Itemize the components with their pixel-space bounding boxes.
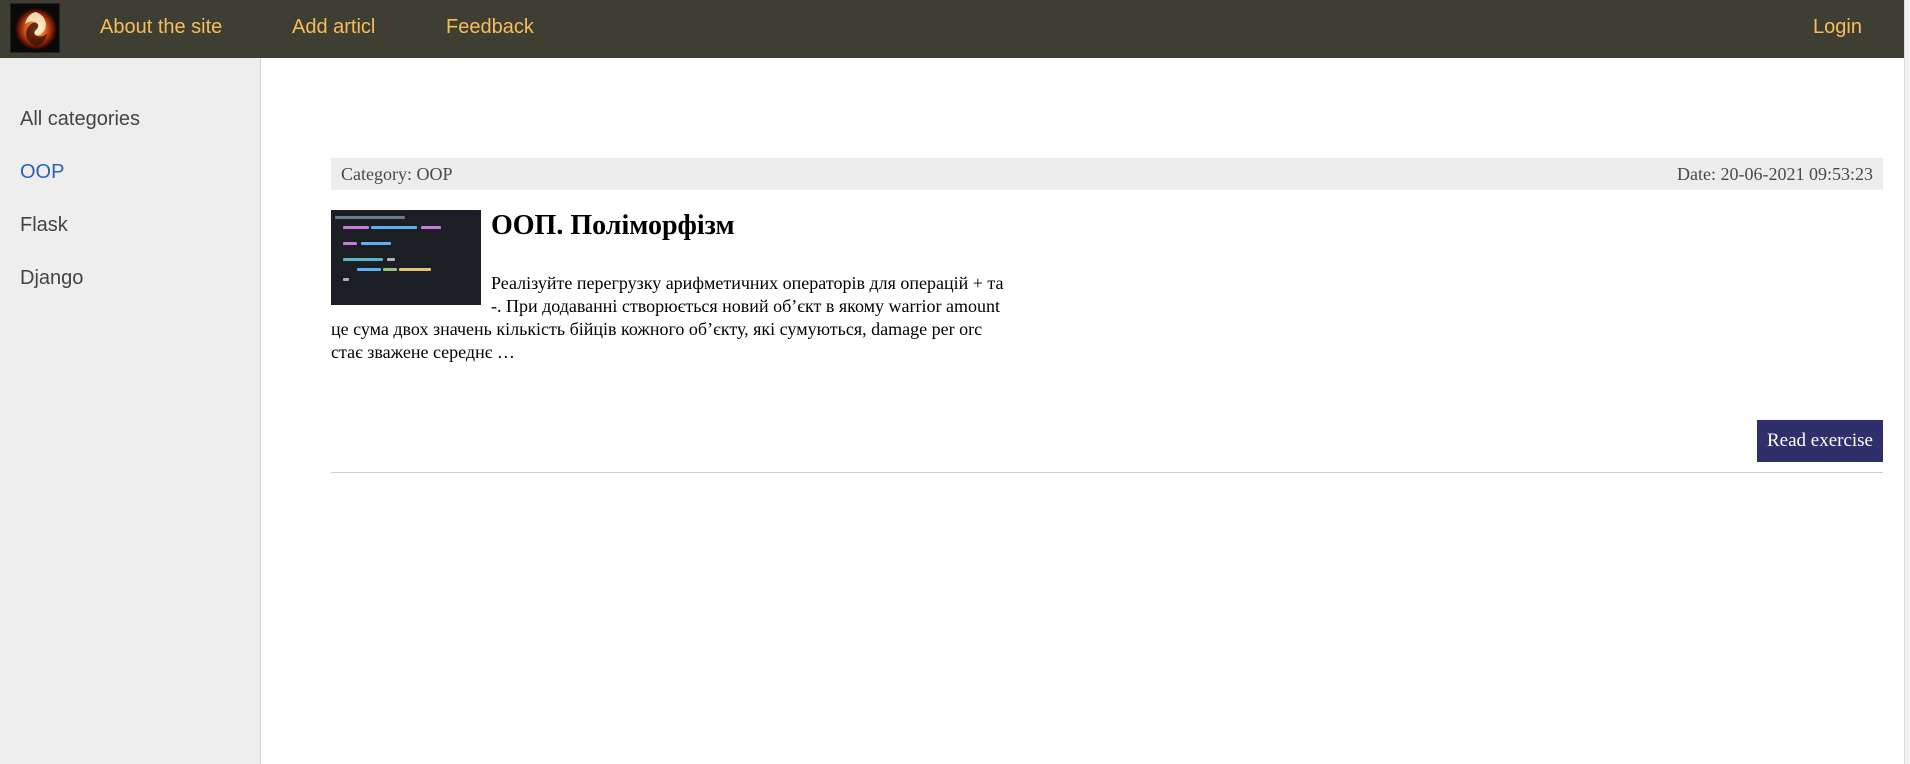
nav-add-article-link[interactable]: Add articl xyxy=(292,15,375,39)
article-meta-bar: Category: OOP Date: 20-06-2021 09:53:23 xyxy=(331,158,1883,190)
nav-about-link[interactable]: About the site xyxy=(100,15,222,39)
read-exercise-button[interactable]: Read exercise xyxy=(1756,420,1883,462)
nav-login-link[interactable]: Login xyxy=(1813,15,1862,39)
article-card: Category: OOP Date: 20-06-2021 09:53:23 … xyxy=(331,158,1883,473)
sidebar-item-oop[interactable]: OOP xyxy=(20,160,64,184)
page-scrollbar[interactable] xyxy=(1904,0,1910,764)
article-content: ООП. Поліморфізм Реалізуйте перегрузку а… xyxy=(331,210,1031,364)
sidebar-item-django[interactable]: Django xyxy=(20,266,83,290)
article-category: Category: OOP xyxy=(341,163,453,184)
nav-feedback-link[interactable]: Feedback xyxy=(446,15,534,39)
sidebar-item-flask[interactable]: Flask xyxy=(20,213,68,237)
article-divider xyxy=(331,472,1883,473)
logo-icon[interactable] xyxy=(10,3,60,53)
article-date: Date: 20-06-2021 09:53:23 xyxy=(1677,163,1873,184)
article-thumbnail xyxy=(331,210,481,305)
sidebar-item-all-categories[interactable]: All categories xyxy=(20,107,140,131)
top-navbar: About the site Add articl Feedback Login xyxy=(0,0,1904,58)
category-sidebar: All categories OOP Flask Django xyxy=(0,58,261,764)
article-actions: Read exercise xyxy=(331,420,1883,462)
